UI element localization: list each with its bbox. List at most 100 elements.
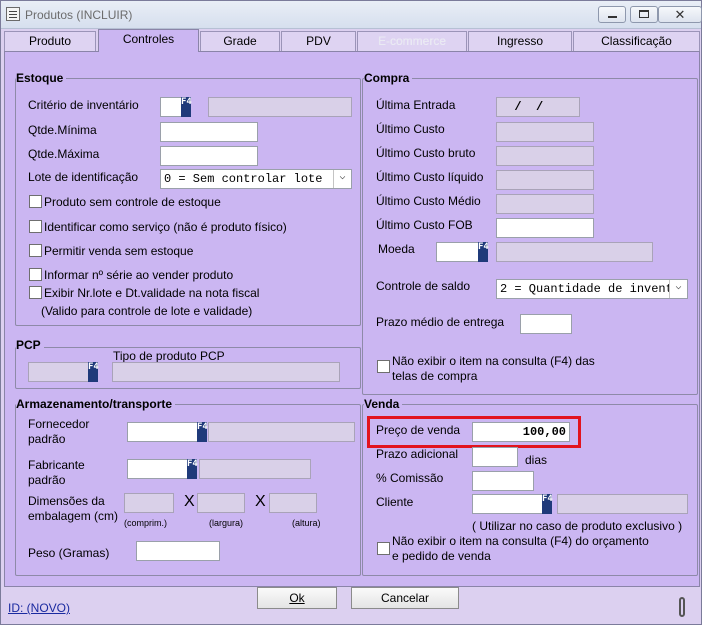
lote-select-value: 0 = Sem controlar lote [164, 172, 323, 186]
ultimo-custo-label: Último Custo [376, 122, 445, 136]
ultimo-custo-value [496, 122, 594, 142]
checkbox-informar-serie[interactable] [29, 268, 42, 281]
paperclip-icon[interactable] [679, 597, 685, 617]
ultimo-custo-medio-value [496, 194, 594, 214]
tab-bar: Produto Controles Grade PDV E-commerce I… [4, 29, 700, 52]
id-link[interactable]: ID: (NOVO) [8, 601, 70, 615]
ultima-entrada-label: Última Entrada [376, 98, 456, 112]
checkbox-nao-exibir-compra[interactable] [377, 360, 390, 373]
checkbox-nao-exibir-venda[interactable] [377, 542, 390, 555]
tab-label: Grade [223, 34, 257, 48]
tab-produto[interactable]: Produto [4, 31, 96, 51]
checkbox-label: Permitir venda sem estoque [44, 244, 194, 258]
close-button[interactable]: ✕ [658, 6, 702, 23]
tab-label: Ingresso [496, 34, 544, 48]
f4-lookup-icon[interactable]: F4 [197, 422, 208, 442]
tab-controles[interactable]: Controles [98, 29, 199, 52]
cliente-description [557, 494, 688, 514]
moeda-label: Moeda [378, 242, 415, 256]
checkbox-label: Informar nº série ao vender produto [44, 268, 234, 282]
largura-caption: (largura) [209, 518, 244, 528]
dim-largura-input[interactable] [197, 493, 245, 513]
checkbox-identificar-servico[interactable] [29, 220, 42, 233]
fornecedor-description [208, 422, 355, 442]
cliente-label: Cliente [376, 495, 414, 509]
moeda-description [496, 242, 653, 262]
pcp-code-input[interactable] [28, 362, 90, 382]
qtde-maxima-input[interactable] [160, 146, 258, 166]
x-separator: X [255, 493, 266, 510]
lote-select[interactable]: 0 = Sem controlar lote ⌵ [160, 169, 352, 189]
criterio-description [208, 97, 352, 117]
prazo-adicional-input[interactable] [472, 447, 518, 467]
ultimo-custo-bruto-value [496, 146, 594, 166]
checkbox-label: Produto sem controle de estoque [44, 195, 221, 209]
venda-title: Venda [364, 397, 403, 411]
ultimo-custo-fob-input[interactable] [496, 218, 594, 238]
fabricante-label-2: padrão [28, 473, 66, 487]
cancel-button-label: Cancelar [380, 591, 430, 605]
chevron-down-icon[interactable]: ⌵ [333, 170, 351, 188]
close-icon: ✕ [674, 7, 686, 22]
dim-altura-input[interactable] [269, 493, 317, 513]
tab-grade[interactable]: Grade [200, 31, 280, 51]
cliente-input[interactable] [472, 494, 544, 514]
ultimo-custo-bruto-label: Último Custo bruto [376, 146, 476, 160]
prazo-medio-input[interactable] [520, 314, 572, 334]
chevron-down-icon[interactable]: ⌵ [669, 280, 687, 298]
f4-lookup-icon[interactable]: F4 [187, 459, 198, 479]
tipo-pcp-label: Tipo de produto PCP [113, 349, 225, 363]
fabricante-input[interactable] [127, 459, 189, 479]
ultimo-custo-medio-label: Último Custo Médio [376, 194, 481, 208]
comissao-label: % Comissão [376, 471, 444, 485]
pcp-title: PCP [16, 338, 44, 352]
tab-classificacao[interactable]: Classificação [573, 31, 700, 51]
f4-lookup-icon[interactable]: F4 [88, 362, 99, 382]
peso-label: Peso (Gramas) [28, 546, 110, 560]
checkbox-permitir-venda[interactable] [29, 244, 42, 257]
fornecedor-input[interactable] [127, 422, 199, 442]
tab-ingresso[interactable]: Ingresso [468, 31, 572, 51]
ultimo-custo-liquido-value [496, 170, 594, 190]
tab-pdv[interactable]: PDV [281, 31, 356, 51]
minimize-button[interactable] [598, 6, 626, 23]
qtde-minima-label: Qtde.Mínima [28, 123, 97, 137]
window-title: Produtos (INCLUIR) [25, 8, 133, 22]
checkbox-note: (Valido para controle de lote e validade… [41, 304, 253, 318]
checkbox-label: Identificar como serviço (não é produto … [44, 220, 287, 234]
fabricante-label: Fabricante [28, 458, 85, 472]
checkbox-exibir-lote[interactable] [29, 286, 42, 299]
f4-lookup-icon[interactable]: F4 [181, 97, 192, 117]
moeda-input[interactable] [436, 242, 480, 262]
dimensoes-label: Dimensões da [28, 494, 105, 508]
app-icon [6, 7, 20, 21]
dim-comprimento-input[interactable] [124, 493, 174, 513]
compra-title: Compra [364, 71, 413, 85]
qtde-maxima-label: Qtde.Máxima [28, 147, 100, 161]
qtde-minima-input[interactable] [160, 122, 258, 142]
controle-saldo-value: 2 = Quantidade de invent [500, 282, 673, 296]
criterio-label: Critério de inventário [28, 98, 139, 112]
title-bar[interactable]: Produtos (INCLUIR) ✕ [1, 1, 702, 29]
ultimo-custo-fob-label: Último Custo FOB [376, 218, 473, 232]
tab-label: PDV [306, 34, 331, 48]
checkbox-label-2: e pedido de venda [392, 549, 491, 563]
controle-saldo-select[interactable]: 2 = Quantidade de invent ⌵ [496, 279, 688, 299]
prazo-medio-label: Prazo médio de entrega [376, 315, 505, 329]
preco-venda-input[interactable]: 100,00 [472, 422, 570, 442]
comprim-caption: (comprim.) [124, 518, 167, 528]
peso-input[interactable] [136, 541, 220, 561]
ok-button-label: Ok [289, 591, 305, 605]
fabricante-description [199, 459, 311, 479]
f4-lookup-icon[interactable]: F4 [542, 494, 553, 514]
tab-page-controles: Estoque Critério de inventário F4 Qtde.M… [4, 51, 700, 587]
f4-lookup-icon[interactable]: F4 [478, 242, 489, 262]
prazo-adicional-label: Prazo adicional [376, 447, 459, 461]
preco-venda-label: Preço de venda [376, 423, 461, 437]
checkbox-produto-sem-controle[interactable] [29, 195, 42, 208]
cancel-button[interactable]: Cancelar [351, 587, 459, 609]
armazenamento-title: Armazenamento/transporte [16, 397, 176, 411]
comissao-input[interactable] [472, 471, 534, 491]
ok-button[interactable]: Ok [257, 587, 337, 609]
maximize-button[interactable] [630, 6, 658, 23]
